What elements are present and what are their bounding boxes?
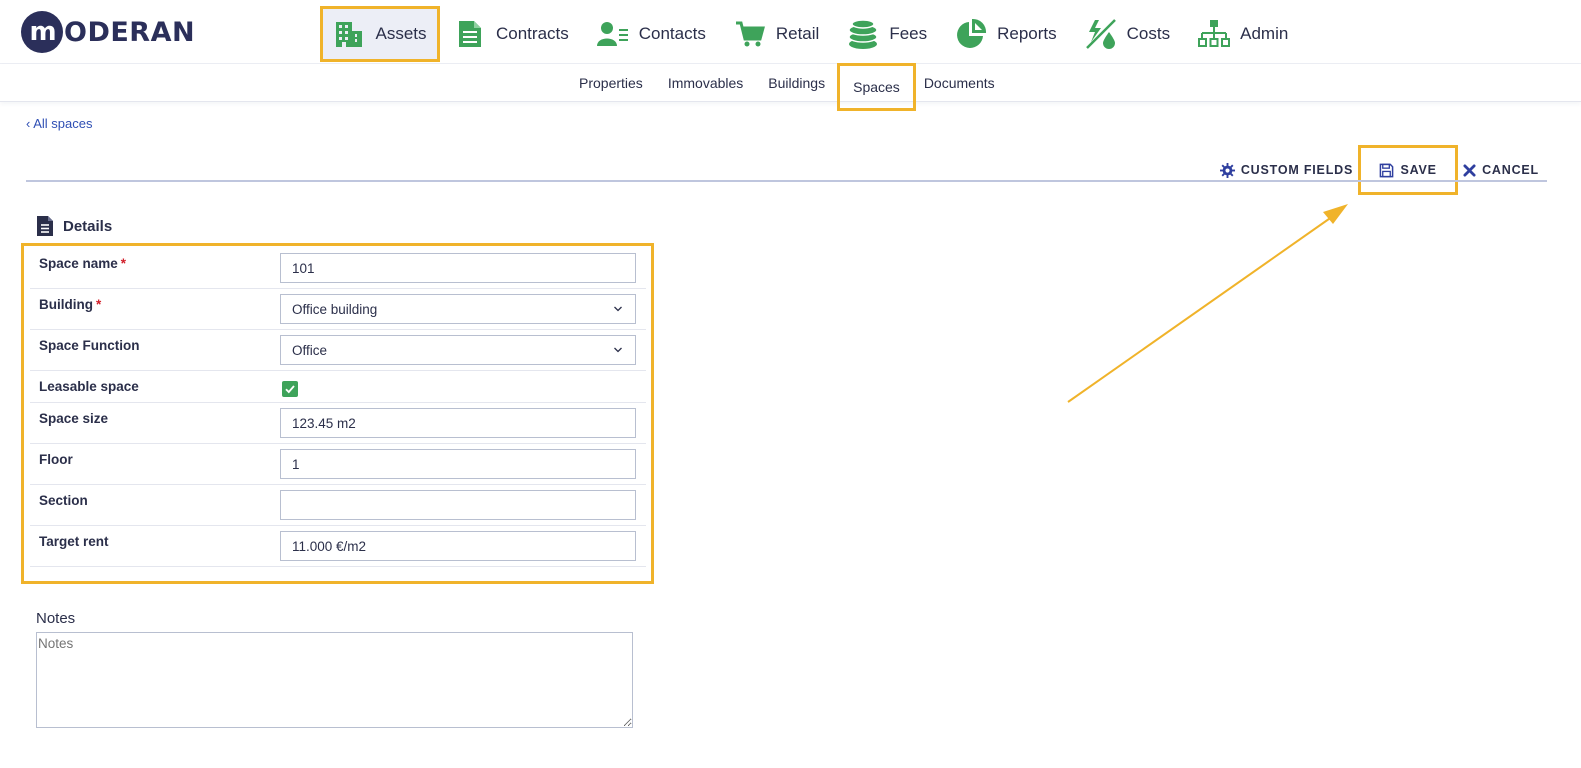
- cancel-label: CANCEL: [1482, 163, 1539, 177]
- custom-fields-button[interactable]: CUSTOM FIELDS: [1212, 159, 1361, 181]
- cart-icon: [734, 18, 766, 50]
- chevron-down-icon: [614, 347, 622, 353]
- back-link-label: All spaces: [33, 116, 93, 131]
- building-icon: [333, 18, 365, 50]
- notes-textarea[interactable]: [36, 632, 633, 728]
- required-marker: *: [96, 297, 102, 312]
- toolbar-divider: [26, 180, 1547, 182]
- leasable-space-checkbox[interactable]: [282, 381, 298, 397]
- top-navigation-bar: m ODERAN Assets Contracts Contacts Retai…: [0, 0, 1581, 64]
- field-label: Target rent: [39, 534, 109, 549]
- details-section-title: Details: [36, 215, 112, 237]
- utilities-icon: [1085, 18, 1117, 50]
- subnav-buildings[interactable]: Buildings: [760, 64, 833, 102]
- nav-contacts[interactable]: Contacts: [596, 6, 706, 62]
- section-input[interactable]: [280, 490, 636, 520]
- subnav-properties[interactable]: Properties: [571, 64, 651, 102]
- sitemap-icon: [1198, 18, 1231, 50]
- nav-assets[interactable]: Assets: [320, 6, 440, 62]
- contact-icon: [596, 18, 629, 50]
- form-row-section: Section: [30, 485, 646, 526]
- document-icon: [454, 18, 486, 50]
- save-button[interactable]: SAVE: [1358, 145, 1459, 195]
- nav-label: Reports: [997, 24, 1057, 43]
- nav-costs[interactable]: Costs: [1085, 6, 1170, 62]
- target-rent-input[interactable]: 11.000 €/m2: [280, 531, 636, 561]
- close-icon: [1463, 163, 1476, 177]
- save-label: SAVE: [1400, 163, 1437, 177]
- nav-fees[interactable]: Fees: [847, 6, 927, 62]
- nav-admin[interactable]: Admin: [1198, 6, 1288, 62]
- nav-label: Contracts: [496, 24, 569, 43]
- form-row-space-name: Space name * 101: [30, 246, 646, 289]
- custom-fields-label: CUSTOM FIELDS: [1240, 163, 1354, 177]
- gear-icon: [1219, 162, 1235, 178]
- chevron-down-icon: [614, 306, 622, 312]
- field-label: Leasable space: [39, 379, 139, 394]
- space-size-input[interactable]: 123.45 m2: [280, 408, 636, 438]
- form-toolbar: CUSTOM FIELDS SAVE CANCEL: [1212, 145, 1547, 195]
- building-select[interactable]: Office building: [280, 294, 636, 324]
- form-row-space-function: Space Function Office: [30, 330, 646, 371]
- details-title: Details: [63, 217, 113, 235]
- nav-label: Assets: [375, 24, 427, 43]
- floor-input[interactable]: 1: [280, 449, 636, 479]
- chevron-left-icon: ‹: [26, 116, 31, 131]
- field-label: Section: [39, 493, 88, 508]
- space-function-select[interactable]: Office: [280, 335, 636, 365]
- logo-text: ODERAN: [64, 16, 196, 48]
- cancel-button[interactable]: CANCEL: [1455, 159, 1547, 181]
- floppy-disk-icon: [1380, 163, 1394, 177]
- form-row-target-rent: Target rent 11.000 €/m2: [30, 526, 646, 567]
- main-nav: Assets Contracts Contacts Retail Fees Re…: [320, 6, 1288, 62]
- space-name-input[interactable]: 101: [280, 253, 636, 283]
- back-to-all-spaces-link[interactable]: ‹ All spaces: [26, 116, 93, 131]
- nav-label: Retail: [775, 24, 820, 43]
- details-form: Space name * 101 Building * Office buildin…: [21, 243, 654, 584]
- notes-label: Notes: [36, 610, 76, 627]
- nav-contracts[interactable]: Contracts: [454, 6, 569, 62]
- required-marker: *: [120, 256, 127, 271]
- subnav-immovables[interactable]: Immovables: [660, 64, 751, 102]
- nav-label: Costs: [1126, 24, 1171, 43]
- form-row-floor: Floor 1: [30, 444, 646, 485]
- logo-mark: m: [21, 11, 63, 53]
- document-icon: [37, 216, 53, 236]
- form-row-space-size: Space size 123.45 m2: [30, 403, 646, 444]
- field-label: Space Function: [39, 338, 140, 353]
- field-label: Floor: [39, 452, 73, 467]
- form-row-leasable-space: Leasable space: [30, 371, 646, 403]
- nav-retail[interactable]: Retail: [734, 6, 819, 62]
- moderan-logo[interactable]: m ODERAN: [21, 11, 195, 53]
- field-label: Building *: [39, 297, 102, 312]
- nav-reports[interactable]: Reports: [955, 6, 1057, 62]
- subnav-spaces[interactable]: Spaces: [837, 63, 916, 111]
- field-label: Space size: [39, 411, 109, 426]
- pie-chart-icon: [955, 18, 987, 50]
- nav-label: Admin: [1240, 24, 1289, 43]
- sub-navigation-bar: Properties Immovables Buildings Spaces D…: [0, 63, 1581, 111]
- field-label: Space name *: [39, 256, 127, 271]
- nav-label: Fees: [889, 24, 928, 43]
- subnav-documents[interactable]: Documents: [916, 64, 1003, 102]
- check-icon: [285, 385, 295, 394]
- nav-label: Contacts: [638, 24, 706, 43]
- coins-icon: [847, 18, 879, 50]
- form-row-building: Building * Office building: [30, 289, 646, 330]
